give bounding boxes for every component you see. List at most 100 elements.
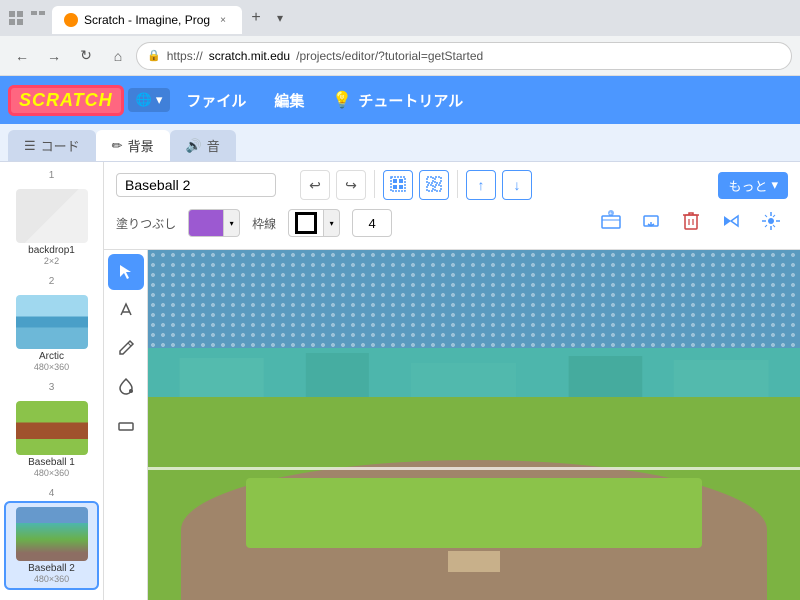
tab-code[interactable]: ☰ コード (8, 130, 96, 161)
edit-menu-button[interactable]: 編集 (262, 84, 316, 117)
stroke-color-swatch[interactable] (288, 209, 324, 237)
tutorial-button[interactable]: 💡 チュートリアル (320, 84, 475, 117)
backdrop-thumb-4 (16, 507, 88, 561)
url-path: /projects/editor/?tutorial=getStarted (296, 49, 483, 63)
tab-sound[interactable]: 🔊 音 (170, 130, 236, 161)
backdrop-label-2: Arctic (10, 351, 93, 362)
language-button[interactable]: 🌐 ▾ (128, 88, 171, 112)
backdrop-item-4[interactable]: Baseball 2 480×360 (4, 501, 99, 590)
backdrop-tab-label: 背景 (128, 136, 154, 155)
forward-button[interactable]: → (40, 42, 68, 70)
stroke-swatch-container: ▾ (288, 209, 340, 237)
browser-title-bar: Scratch - Imagine, Prog × + ▾ (0, 0, 800, 36)
back-button[interactable]: ← (8, 42, 36, 70)
more-button[interactable]: もっと ▾ (718, 172, 788, 199)
backdrop-item-2[interactable]: Arctic 480×360 (4, 289, 99, 378)
pencil-tool[interactable] (108, 330, 144, 366)
refresh-button[interactable]: ↻ (72, 42, 100, 70)
sound-tab-icon: 🔊 (186, 138, 202, 154)
backdrop-thumb-2 (16, 295, 88, 349)
backdrop-number-2: 2 (4, 276, 99, 287)
group-button[interactable] (383, 170, 413, 200)
scratch-logo-text: SCRATCH (19, 90, 113, 110)
action-buttons: + (594, 208, 788, 238)
backdrop-item-5[interactable] (4, 594, 99, 600)
scratch-header: SCRATCH 🌐 ▾ ファイル 編集 💡 チュートリアル (0, 76, 800, 124)
tab-menu-button[interactable]: ▾ (270, 8, 290, 28)
stroke-width-input[interactable] (352, 209, 392, 237)
layer-down-button[interactable] (634, 208, 668, 238)
url-domain: scratch.mit.edu (209, 49, 290, 63)
stroke-inner (295, 212, 317, 234)
backdrop-label-3: Baseball 1 (10, 457, 93, 468)
new-tab-button[interactable]: + (242, 4, 270, 32)
backdrop-thumb-3 (16, 401, 88, 455)
add-layer-icon: + (600, 210, 622, 237)
flip-h-icon (720, 210, 742, 237)
browser-nav-bar: ← → ↻ ⌂ 🔒 https://scratch.mit.edu/projec… (0, 36, 800, 76)
tutorial-label: チュートリアル (358, 90, 463, 111)
drawing-area (104, 250, 800, 600)
more-arrow-icon: ▾ (771, 177, 778, 193)
tab-close-button[interactable]: × (216, 13, 230, 27)
bring-forward-button[interactable]: ↑ (466, 170, 496, 200)
tab-favicon (64, 13, 78, 27)
backdrop-item-1[interactable]: backdrop1 2×2 (4, 183, 99, 272)
backdrop-thumb-1 (16, 189, 88, 243)
group-icon (390, 176, 406, 195)
canvas-area (148, 250, 800, 600)
tab-bar: Scratch - Imagine, Prog × + ▾ (52, 0, 792, 36)
backdrop-list: 1 backdrop1 2×2 2 Arctic 480×360 3 Baseb… (0, 162, 104, 600)
svg-text:+: + (609, 211, 612, 217)
paint-props-row: 塗りつぶし ▾ 枠線 ▾ + (116, 208, 788, 238)
send-backward-button[interactable]: ↓ (502, 170, 532, 200)
ungroup-button[interactable] (419, 170, 449, 200)
fill-tool[interactable] (108, 368, 144, 404)
stroke-dropdown-button[interactable]: ▾ (324, 209, 340, 237)
undo-button[interactable]: ↩ (300, 170, 330, 200)
layer-down-icon (640, 210, 662, 237)
flip-horizontal-button[interactable] (714, 208, 748, 238)
bulb-icon: 💡 (332, 90, 352, 110)
fill-dropdown-button[interactable]: ▾ (224, 209, 240, 237)
address-bar[interactable]: 🔒 https://scratch.mit.edu/projects/edito… (136, 42, 792, 70)
redo-icon: ↪ (345, 177, 357, 194)
tools-panel (104, 250, 148, 600)
scratch-logo[interactable]: SCRATCH (8, 85, 124, 116)
undo-icon: ↩ (309, 177, 321, 194)
backdrop-number-1: 1 (4, 170, 99, 181)
select-tool[interactable] (108, 254, 144, 290)
backdrop-item-3[interactable]: Baseball 1 480×360 (4, 395, 99, 484)
paint-area: ↩ ↪ (104, 162, 800, 600)
browser-back-icon (30, 10, 46, 26)
paint-name-row: ↩ ↪ (116, 170, 788, 200)
add-layer-button[interactable]: + (594, 208, 628, 238)
editor-tabs: ☰ コード ✏ 背景 🔊 音 (0, 124, 800, 162)
backdrop-size-1: 2×2 (10, 256, 93, 266)
tab-title: Scratch - Imagine, Prog (84, 13, 210, 27)
backdrop-tab-icon: ✏ (112, 138, 123, 154)
code-tab-label: コード (41, 136, 80, 155)
file-menu-button[interactable]: ファイル (174, 84, 258, 117)
down-icon: ↓ (514, 177, 521, 193)
tab-backdrop[interactable]: ✏ 背景 (96, 130, 170, 161)
fill-color-swatch[interactable] (188, 209, 224, 237)
delete-icon (681, 210, 701, 237)
transform-tool[interactable] (108, 292, 144, 328)
backdrop-number-4: 4 (4, 488, 99, 499)
fill-label: 塗りつぶし (116, 215, 176, 232)
up-icon: ↑ (478, 177, 485, 193)
home-button[interactable]: ⌂ (104, 42, 132, 70)
backdrop-name-input[interactable] (116, 173, 276, 197)
scene-baseline (148, 467, 800, 470)
code-tab-icon: ☰ (24, 138, 36, 154)
backdrop-number-3: 3 (4, 382, 99, 393)
sound-tab-label: 音 (207, 136, 220, 155)
redo-button[interactable]: ↪ (336, 170, 366, 200)
browser-tab[interactable]: Scratch - Imagine, Prog × (52, 6, 242, 34)
delete-button[interactable] (674, 208, 708, 238)
center-button[interactable] (754, 208, 788, 238)
editor-main: 1 backdrop1 2×2 2 Arctic 480×360 3 Baseb… (0, 162, 800, 600)
eraser-tool[interactable] (108, 406, 144, 442)
center-icon (760, 210, 782, 237)
